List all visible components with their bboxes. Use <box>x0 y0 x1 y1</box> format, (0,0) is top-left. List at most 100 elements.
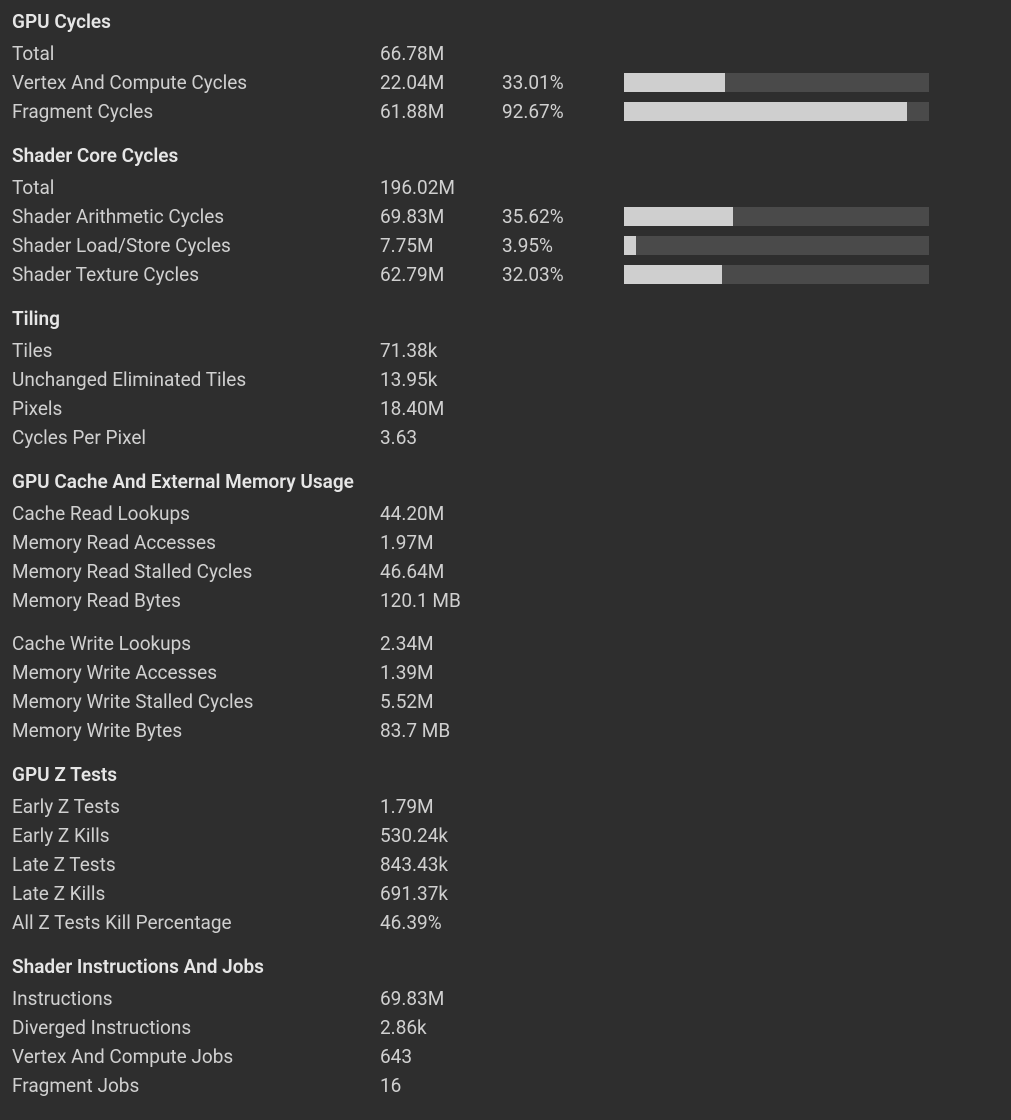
metric-value: 69.83M <box>380 202 502 231</box>
metric-value: 7.75M <box>380 231 502 260</box>
metric-value: 44.20M <box>380 499 502 528</box>
metric-label: Shader Arithmetic Cycles <box>12 202 380 231</box>
metric-value: 46.39% <box>380 908 502 937</box>
metric-row-total: Total66.78M <box>12 39 999 68</box>
metric-value: 22.04M <box>380 68 502 97</box>
metric-label: All Z Tests Kill Percentage <box>12 908 380 937</box>
metric-row-cycles-per-pixel: Cycles Per Pixel3.63 <box>12 423 999 452</box>
metric-value: 120.1 MB <box>380 586 502 615</box>
metric-bar-cell <box>624 265 929 284</box>
metric-value: 843.43k <box>380 850 502 879</box>
metric-value: 2.86k <box>380 1013 502 1042</box>
metric-row-shader-load-store-cycles: Shader Load/Store Cycles7.75M3.95% <box>12 231 999 260</box>
metric-label: Fragment Jobs <box>12 1071 380 1100</box>
metric-row-memory-read-stalled-cycles: Memory Read Stalled Cycles46.64M <box>12 557 999 586</box>
metric-label: Early Z Tests <box>12 792 380 821</box>
metric-label: Memory Write Bytes <box>12 716 380 745</box>
metric-row-late-z-kills: Late Z Kills691.37k <box>12 879 999 908</box>
metric-label: Instructions <box>12 984 380 1013</box>
metric-row-all-z-tests-kill-percentage: All Z Tests Kill Percentage46.39% <box>12 908 999 937</box>
metric-row-tiles: Tiles71.38k <box>12 336 999 365</box>
metric-label: Fragment Cycles <box>12 97 380 126</box>
metric-label: Total <box>12 173 380 202</box>
section-subgap <box>12 615 999 629</box>
metric-label: Late Z Kills <box>12 879 380 908</box>
metric-value: 3.63 <box>380 423 502 452</box>
metric-label: Pixels <box>12 394 380 423</box>
metric-row-fragment-cycles: Fragment Cycles61.88M92.67% <box>12 97 999 126</box>
metric-value: 46.64M <box>380 557 502 586</box>
metric-bar-cell <box>624 73 929 92</box>
metric-value: 71.38k <box>380 336 502 365</box>
metric-value: 2.34M <box>380 629 502 658</box>
metric-row-cache-read-lookups: Cache Read Lookups44.20M <box>12 499 999 528</box>
gpu-profiler-panel: GPU CyclesTotal66.78MVertex And Compute … <box>0 0 1011 1120</box>
metric-value: 13.95k <box>380 365 502 394</box>
metric-bar-track <box>624 102 929 121</box>
metric-value: 691.37k <box>380 879 502 908</box>
metric-percent: 3.95% <box>502 231 624 260</box>
metric-bar-fill <box>624 207 733 226</box>
metric-percent: 92.67% <box>502 97 624 126</box>
section-title-tiling: Tiling <box>12 307 999 330</box>
section-title-gpu-cycles: GPU Cycles <box>12 10 999 33</box>
metric-row-vertex-and-compute-jobs: Vertex And Compute Jobs643 <box>12 1042 999 1071</box>
section-title-gpu-cache-and-external-memory-usage: GPU Cache And External Memory Usage <box>12 470 999 493</box>
metric-bar-cell <box>624 236 929 255</box>
metric-value: 1.39M <box>380 658 502 687</box>
metric-row-memory-write-accesses: Memory Write Accesses1.39M <box>12 658 999 687</box>
metric-bar-track <box>624 265 929 284</box>
section-title-shader-core-cycles: Shader Core Cycles <box>12 144 999 167</box>
metric-value: 18.40M <box>380 394 502 423</box>
metric-label: Unchanged Eliminated Tiles <box>12 365 380 394</box>
metric-value: 1.79M <box>380 792 502 821</box>
metric-bar-fill <box>624 265 722 284</box>
metric-bar-track <box>624 236 929 255</box>
metric-label: Cycles Per Pixel <box>12 423 380 452</box>
metric-row-fragment-jobs: Fragment Jobs16 <box>12 1071 999 1100</box>
metric-value: 643 <box>380 1042 502 1071</box>
metric-label: Memory Read Accesses <box>12 528 380 557</box>
metric-bar-track <box>624 73 929 92</box>
metric-percent: 33.01% <box>502 68 624 97</box>
metric-label: Memory Read Stalled Cycles <box>12 557 380 586</box>
metric-bar-fill <box>624 73 725 92</box>
metric-value: 62.79M <box>380 260 502 289</box>
metric-percent: 35.62% <box>502 202 624 231</box>
metric-value: 83.7 MB <box>380 716 502 745</box>
section-title-shader-instructions-and-jobs: Shader Instructions And Jobs <box>12 955 999 978</box>
metric-label: Early Z Kills <box>12 821 380 850</box>
metric-row-memory-read-accesses: Memory Read Accesses1.97M <box>12 528 999 557</box>
metric-row-shader-arithmetic-cycles: Shader Arithmetic Cycles69.83M35.62% <box>12 202 999 231</box>
metric-label: Diverged Instructions <box>12 1013 380 1042</box>
metric-row-late-z-tests: Late Z Tests843.43k <box>12 850 999 879</box>
metric-value: 1.97M <box>380 528 502 557</box>
metric-bar-cell <box>624 102 929 121</box>
metric-value: 16 <box>380 1071 502 1100</box>
metric-row-pixels: Pixels18.40M <box>12 394 999 423</box>
metric-label: Vertex And Compute Jobs <box>12 1042 380 1071</box>
metric-row-unchanged-eliminated-tiles: Unchanged Eliminated Tiles13.95k <box>12 365 999 394</box>
metric-value: 5.52M <box>380 687 502 716</box>
metric-row-instructions: Instructions69.83M <box>12 984 999 1013</box>
metric-row-early-z-kills: Early Z Kills530.24k <box>12 821 999 850</box>
metric-row-memory-read-bytes: Memory Read Bytes120.1 MB <box>12 586 999 615</box>
metric-row-memory-write-bytes: Memory Write Bytes83.7 MB <box>12 716 999 745</box>
metric-label: Cache Read Lookups <box>12 499 380 528</box>
metric-value: 61.88M <box>380 97 502 126</box>
metric-row-memory-write-stalled-cycles: Memory Write Stalled Cycles5.52M <box>12 687 999 716</box>
metric-value: 69.83M <box>380 984 502 1013</box>
metric-row-shader-texture-cycles: Shader Texture Cycles62.79M32.03% <box>12 260 999 289</box>
metric-row-vertex-and-compute-cycles: Vertex And Compute Cycles22.04M33.01% <box>12 68 999 97</box>
metric-bar-track <box>624 207 929 226</box>
metric-row-cache-write-lookups: Cache Write Lookups2.34M <box>12 629 999 658</box>
metric-label: Memory Write Accesses <box>12 658 380 687</box>
metric-bar-fill <box>624 236 636 255</box>
metric-label: Memory Read Bytes <box>12 586 380 615</box>
metric-row-diverged-instructions: Diverged Instructions2.86k <box>12 1013 999 1042</box>
metric-value: 196.02M <box>380 173 502 202</box>
metric-row-total: Total196.02M <box>12 173 999 202</box>
metric-label: Shader Texture Cycles <box>12 260 380 289</box>
metric-percent: 32.03% <box>502 260 624 289</box>
metric-label: Shader Load/Store Cycles <box>12 231 380 260</box>
